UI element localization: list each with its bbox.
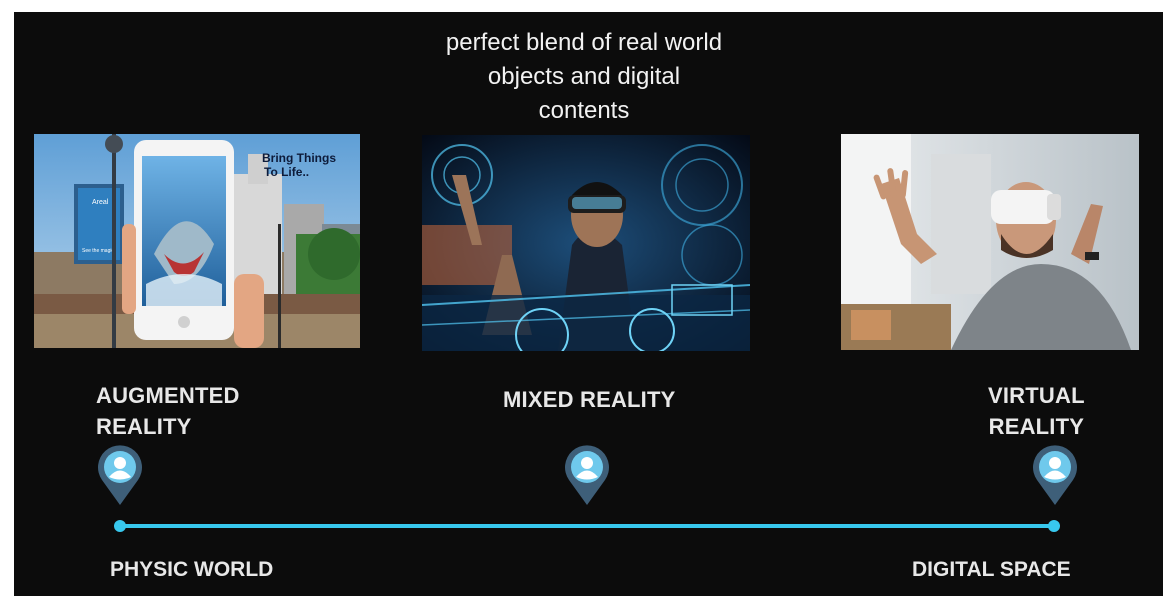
digital-space-label: DIGITAL SPACE	[912, 558, 1071, 581]
headline-line-1: perfect blend of real world	[445, 29, 723, 56]
headline: perfect blend of real world objects and …	[414, 26, 754, 128]
user-location-pin-icon	[1033, 445, 1077, 505]
headline-line-3: contents	[538, 97, 630, 124]
user-location-pin-icon	[565, 445, 609, 505]
diagram-canvas: perfect blend of real world objects and …	[14, 12, 1163, 596]
slogan-line-1: Bring Things	[262, 151, 336, 165]
augmented-reality-photo: Areal See the magic Bring Things To Life…	[34, 134, 360, 348]
virtual-reality-label-line-2: REALITY	[988, 414, 1085, 439]
reality-continuum-line	[114, 520, 1060, 532]
augmented-reality-label-line-1: AUGMENTED	[96, 383, 240, 408]
mixed-reality-label: MIXED REALITY	[503, 384, 676, 415]
slogan-line-2: To Life..	[264, 165, 309, 179]
virtual-reality-label: VIRTUAL REALITY	[988, 380, 1085, 442]
physic-world-label: PHYSIC WORLD	[110, 558, 274, 581]
virtual-reality-label-line-1: VIRTUAL	[988, 383, 1085, 408]
start-point	[114, 520, 126, 532]
mixed-reality-photo	[422, 135, 750, 351]
user-location-pin-icon	[98, 445, 142, 505]
billboard-brand: Areal	[92, 199, 109, 206]
end-point	[1048, 520, 1060, 532]
augmented-reality-label: AUGMENTED REALITY	[96, 380, 240, 442]
billboard-caption: See the magic	[82, 248, 114, 254]
virtual-reality-photo	[841, 134, 1139, 350]
headline-line-2: objects and digital	[487, 63, 681, 90]
augmented-reality-label-line-2: REALITY	[96, 414, 192, 439]
mixed-reality-label-line-1: MIXED REALITY	[503, 387, 676, 412]
